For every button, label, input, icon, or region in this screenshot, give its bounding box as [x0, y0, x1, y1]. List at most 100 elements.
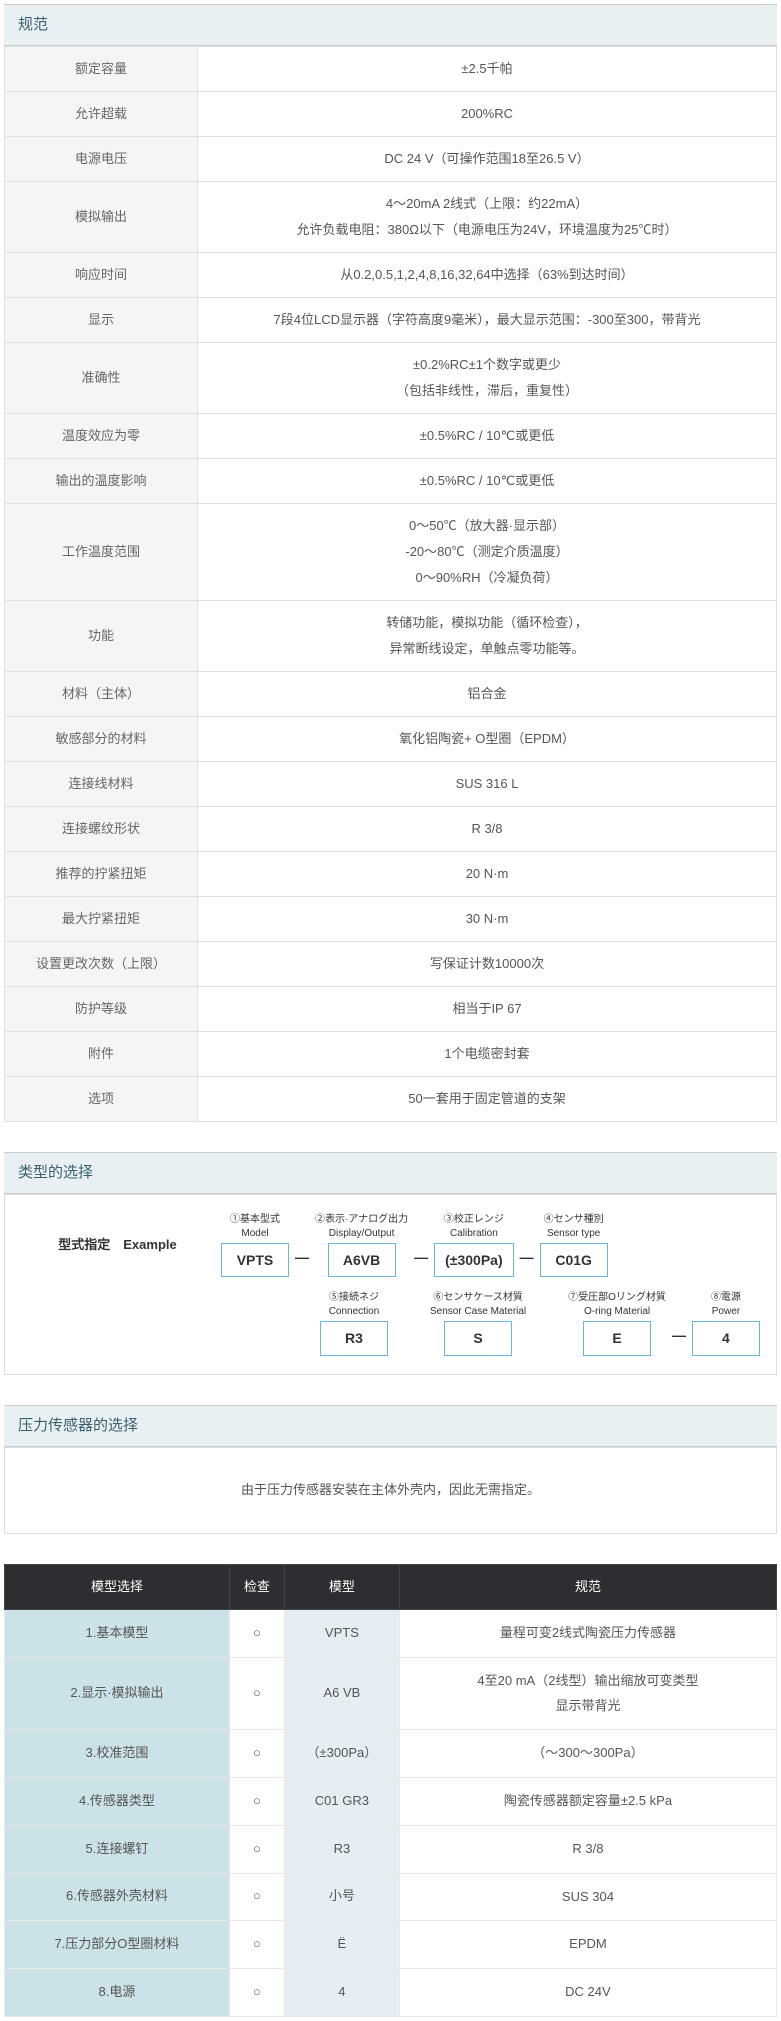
spec-value: 写保证计数10000次	[198, 942, 777, 987]
code-box: (±300Pa)	[434, 1243, 514, 1277]
spec-value: 4～20mA 2线式（上限：约22mA）允许负载电阻：380Ω以下（电源电压为2…	[198, 182, 777, 253]
code-label: ⑦受圧部Oリング材質O-ring Material	[568, 1291, 666, 1318]
model-select: 1.基本模型	[5, 1610, 230, 1658]
model-spec: （～300～300Pa）	[399, 1730, 776, 1778]
code-box: C01G	[540, 1243, 608, 1277]
spec-label: 输出的温度影响	[5, 459, 198, 504]
dash: —	[672, 1300, 686, 1346]
spec-value: 200%RC	[198, 92, 777, 137]
code-label: ③校正レンジCalibration	[444, 1213, 504, 1240]
model-code: A6 VB	[284, 1658, 399, 1730]
dash: —	[520, 1222, 534, 1268]
code-label: ②表示·アナログ出力Display/Output	[315, 1213, 408, 1240]
spec-value: 0～50℃（放大器·显示部）-20～80℃（测定介质温度）0～90%RH（冷凝负…	[198, 504, 777, 601]
code-label: ⑧電源Power	[711, 1291, 741, 1318]
model-code: VPTS	[284, 1610, 399, 1658]
spec-value: DC 24 V（可操作范围18至26.5 V）	[198, 137, 777, 182]
model-check: ○	[229, 1778, 284, 1826]
spec-label: 连接螺纹形状	[5, 807, 198, 852]
spec-label: 功能	[5, 601, 198, 672]
model-spec: DC 24V	[399, 1968, 776, 2016]
spec-value: 50一套用于固定管道的支架	[198, 1077, 777, 1122]
spec-label: 模拟输出	[5, 182, 198, 253]
section-sensor-header: 压力传感器的选择	[4, 1405, 777, 1447]
model-code: Ë	[284, 1921, 399, 1969]
code-label: ⑥センサケース材質Sensor Case Material	[430, 1291, 526, 1318]
model-spec: R 3/8	[399, 1825, 776, 1873]
dash: —	[414, 1222, 428, 1268]
model-code: 小号	[284, 1873, 399, 1921]
model-check: ○	[229, 1968, 284, 2016]
dash: —	[295, 1222, 309, 1268]
model-code: 4	[284, 1968, 399, 2016]
spec-label: 材料（主体）	[5, 672, 198, 717]
model-table: 模型选择检查模型规范 1.基本模型○VPTS量程可变2线式陶瓷压力传感器2.显示…	[4, 1564, 777, 2017]
code-label: ⑤接続ネジConnection	[329, 1291, 380, 1318]
code-box: A6VB	[328, 1243, 396, 1277]
spec-label: 工作温度范围	[5, 504, 198, 601]
code-box: VPTS	[221, 1243, 289, 1277]
spec-value: ±2.5千帕	[198, 47, 777, 92]
model-spec: 陶瓷传感器额定容量±2.5 kPa	[399, 1778, 776, 1826]
model-check: ○	[229, 1730, 284, 1778]
spec-value: ±0.5%RC / 10℃或更低	[198, 459, 777, 504]
model-header: 模型	[284, 1564, 399, 1610]
model-spec: EPDM	[399, 1921, 776, 1969]
model-code: （±300Pa）	[284, 1730, 399, 1778]
spec-value: 氧化铝陶瓷+ O型圈（EPDM）	[198, 717, 777, 762]
code-box: R3	[320, 1321, 388, 1355]
spec-label: 连接线材料	[5, 762, 198, 807]
model-spec: 量程可变2线式陶瓷压力传感器	[399, 1610, 776, 1658]
code-label: ④センサ種別Sensor type	[544, 1213, 604, 1240]
type-prefix: 型式指定 Example	[20, 1235, 215, 1256]
model-check: ○	[229, 1921, 284, 1969]
spec-label: 允许超载	[5, 92, 198, 137]
spec-label: 推荐的拧紧扭矩	[5, 852, 198, 897]
type-selection-box: 型式指定 Example①基本型式ModelVPTS—②表示·アナログ出力Dis…	[4, 1194, 777, 1375]
spec-value: 铝合金	[198, 672, 777, 717]
spec-value: ±0.2%RC±1个数字或更少（包括非线性，滞后，重复性）	[198, 343, 777, 414]
model-spec: 4至20 mA（2线型）输出缩放可变类型显示带背光	[399, 1658, 776, 1730]
model-select: 3.校准范围	[5, 1730, 230, 1778]
model-check: ○	[229, 1873, 284, 1921]
spec-value: 7段4位LCD显示器（字符高度9毫米），最大显示范围：-300至300，带背光	[198, 298, 777, 343]
spec-label: 防护等级	[5, 987, 198, 1032]
spec-table: 额定容量±2.5千帕允许超载200%RC电源电压DC 24 V（可操作范围18至…	[4, 46, 777, 1122]
model-check: ○	[229, 1610, 284, 1658]
spec-label: 附件	[5, 1032, 198, 1077]
spec-label: 准确性	[5, 343, 198, 414]
spec-value: 转储功能，模拟功能（循环检查），异常断线设定，单触点零功能等。	[198, 601, 777, 672]
spec-value: 1个电缆密封套	[198, 1032, 777, 1077]
model-spec: SUS 304	[399, 1873, 776, 1921]
spec-value: 从0.2,0.5,1,2,4,8,16,32,64中选择（63%到达时间）	[198, 253, 777, 298]
model-check: ○	[229, 1825, 284, 1873]
spec-label: 设置更改次数（上限）	[5, 942, 198, 987]
model-code: C01 GR3	[284, 1778, 399, 1826]
code-label: ①基本型式Model	[230, 1213, 280, 1240]
section-spec-header: 规范	[4, 4, 777, 46]
spec-label: 显示	[5, 298, 198, 343]
spec-value: R 3/8	[198, 807, 777, 852]
model-select: 7.压力部分O型圈材料	[5, 1921, 230, 1969]
model-select: 2.显示·模拟输出	[5, 1658, 230, 1730]
model-code: R3	[284, 1825, 399, 1873]
model-header: 规范	[399, 1564, 776, 1610]
model-select: 4.传感器类型	[5, 1778, 230, 1826]
code-box: S	[444, 1321, 512, 1355]
spec-value: 相当于IP 67	[198, 987, 777, 1032]
spec-label: 温度效应为零	[5, 414, 198, 459]
model-check: ○	[229, 1658, 284, 1730]
spec-value: ±0.5%RC / 10℃或更低	[198, 414, 777, 459]
spec-value: 20 N·m	[198, 852, 777, 897]
spec-value: SUS 316 L	[198, 762, 777, 807]
code-box: 4	[692, 1321, 760, 1355]
section-type-header: 类型的选择	[4, 1152, 777, 1194]
model-select: 6.传感器外壳材料	[5, 1873, 230, 1921]
spec-label: 电源电压	[5, 137, 198, 182]
sensor-note: 由于压力传感器安装在主体外壳内，因此无需指定。	[4, 1447, 777, 1534]
spec-label: 敏感部分的材料	[5, 717, 198, 762]
model-header: 检查	[229, 1564, 284, 1610]
spec-label: 选项	[5, 1077, 198, 1122]
spec-label: 额定容量	[5, 47, 198, 92]
model-header: 模型选择	[5, 1564, 230, 1610]
